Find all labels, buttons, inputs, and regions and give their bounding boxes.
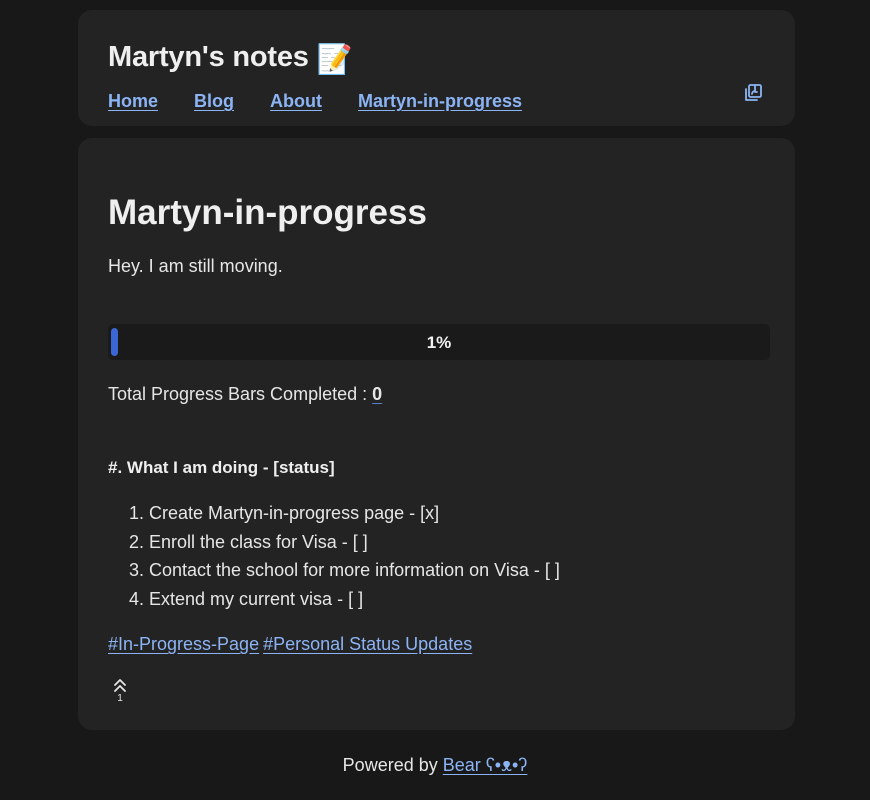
main-nav: Home Blog About Martyn-in-progress xyxy=(108,90,558,112)
nav-link-home[interactable]: Home xyxy=(108,90,158,112)
tag-link-in-progress-page[interactable]: #In-Progress-Page xyxy=(108,634,259,654)
nav-link-about[interactable]: About xyxy=(270,90,322,112)
page-title: Martyn-in-progress xyxy=(108,193,427,232)
total-progress-bars: Total Progress Bars Completed : 0 xyxy=(108,383,382,405)
footer: Powered by Bear ʕ•ᴥ•ʔ xyxy=(0,754,870,776)
header-card: Martyn's notes 📝 Home Blog About Martyn-i… xyxy=(78,10,795,126)
page: Martyn's notes 📝 Home Blog About Martyn-i… xyxy=(0,0,870,800)
list-item: Contact the school for more information … xyxy=(149,556,560,585)
list-item: Extend my current visa - [ ] xyxy=(149,585,560,614)
tag-link-personal-status-updates[interactable]: #Personal Status Updates xyxy=(263,634,472,654)
footer-bear-link[interactable]: Bear ʕ•ᴥ•ʔ xyxy=(443,755,528,775)
list-item: Create Martyn-in-progress page - [x] xyxy=(149,499,560,528)
section-heading: #. What I am doing - [status] xyxy=(108,458,335,477)
progress-bar: 1% xyxy=(108,324,770,360)
total-progress-label: Total Progress Bars Completed : xyxy=(108,384,368,404)
footer-prefix: Powered by xyxy=(342,755,438,775)
todo-list: Create Martyn-in-progress page - [x] Enr… xyxy=(108,499,560,613)
upvote-count: 1 xyxy=(117,693,123,704)
intro-text: Hey. I am still moving. xyxy=(108,256,283,276)
double-chevron-up-icon xyxy=(114,679,126,692)
site-title-text[interactable]: Martyn's notes xyxy=(108,41,309,73)
content-card: Martyn-in-progress Hey. I am still movin… xyxy=(78,138,795,730)
upvote-button[interactable]: 1 xyxy=(111,677,129,705)
tag-list: #In-Progress-Page #Personal Status Update… xyxy=(108,633,476,655)
copy-rss-icon[interactable] xyxy=(743,83,763,103)
nav-link-blog[interactable]: Blog xyxy=(194,90,234,112)
memo-emoji-icon: 📝 xyxy=(316,44,353,76)
progress-bar-label: 1% xyxy=(426,333,452,352)
list-item: Enroll the class for Visa - [ ] xyxy=(149,528,560,557)
nav-link-martyn-in-progress[interactable]: Martyn-in-progress xyxy=(358,90,522,112)
site-title[interactable]: Martyn's notes 📝 xyxy=(108,40,353,77)
total-progress-count: 0 xyxy=(372,384,383,404)
